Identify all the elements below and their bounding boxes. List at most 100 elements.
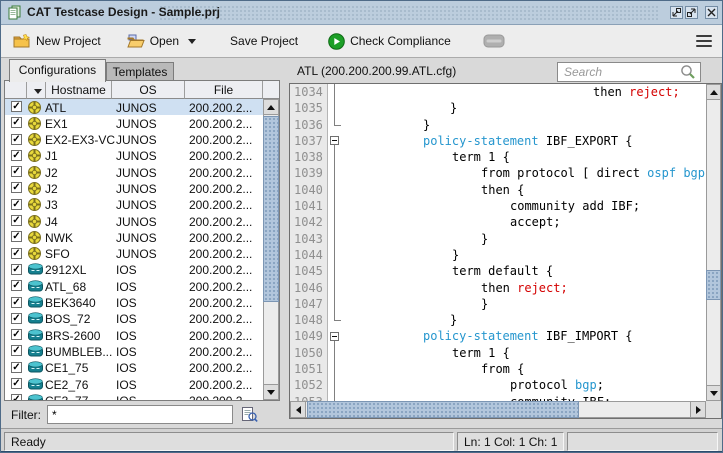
- table-row[interactable]: ✓CE2_76IOS200.200.2...: [5, 376, 263, 392]
- row-checkbox[interactable]: ✓: [11, 329, 22, 340]
- code-line[interactable]: term 1 {: [342, 149, 706, 165]
- table-row[interactable]: ✓ATLJUNOS200.200.2...: [5, 99, 263, 115]
- search-input[interactable]: [557, 62, 701, 82]
- close-button[interactable]: [705, 6, 718, 19]
- code-line[interactable]: }: [342, 231, 706, 247]
- editor-scroll-up-button[interactable]: [706, 84, 721, 100]
- editor-vscroll-thumb[interactable]: [706, 270, 721, 300]
- table-vscroll-thumb[interactable]: [263, 116, 279, 302]
- iconify-button[interactable]: [670, 6, 683, 19]
- table-row[interactable]: ✓EX2-EX3-VCJUNOS200.200.2...: [5, 132, 263, 148]
- filter-input[interactable]: [47, 405, 233, 424]
- table-scroll-down-button[interactable]: [263, 384, 279, 400]
- row-checkbox[interactable]: ✓: [11, 199, 22, 210]
- row-checkbox[interactable]: ✓: [11, 378, 22, 389]
- code-line[interactable]: then reject;: [342, 84, 706, 100]
- table-vscroll[interactable]: [263, 99, 279, 400]
- code-line[interactable]: }: [342, 117, 706, 133]
- table-row[interactable]: ✓NWKJUNOS200.200.2...: [5, 229, 263, 245]
- code-line[interactable]: policy-statement IBF_EXPORT {: [342, 133, 706, 149]
- code-line[interactable]: protocol bgp;: [342, 377, 706, 393]
- row-checkbox[interactable]: ✓: [11, 182, 22, 193]
- editor-hscroll-thumb[interactable]: [307, 401, 579, 418]
- table-row[interactable]: ✓ATL_68IOS200.200.2...: [5, 278, 263, 294]
- row-checkbox[interactable]: ✓: [11, 117, 22, 128]
- code-fold-column[interactable]: [328, 84, 342, 401]
- row-checkbox[interactable]: ✓: [11, 166, 22, 177]
- row-checkbox[interactable]: ✓: [11, 264, 22, 275]
- table-row[interactable]: ✓CE1_75IOS200.200.2...: [5, 360, 263, 376]
- code-line[interactable]: then {: [342, 182, 706, 198]
- table-row[interactable]: ✓CE3_77IOS200.200.2...: [5, 392, 263, 400]
- maximize-button[interactable]: [685, 6, 698, 19]
- code-line[interactable]: accept;: [342, 214, 706, 230]
- table-row[interactable]: ✓EX1JUNOS200.200.2...: [5, 115, 263, 131]
- open-button[interactable]: Open: [123, 31, 200, 51]
- row-checkbox[interactable]: ✓: [11, 297, 22, 308]
- editor-scroll-left-button[interactable]: [290, 401, 306, 418]
- editor-hscroll[interactable]: [290, 401, 706, 418]
- row-checkbox[interactable]: ✓: [11, 362, 22, 373]
- open-dropdown-icon[interactable]: [188, 39, 196, 44]
- hostname-cell: ATL: [45, 101, 66, 115]
- table-row[interactable]: ✓J3JUNOS200.200.2...: [5, 197, 263, 213]
- row-checkbox[interactable]: ✓: [11, 231, 22, 242]
- code-line[interactable]: }: [342, 247, 706, 263]
- code-token: }: [481, 232, 488, 246]
- col-icon-header[interactable]: [27, 81, 46, 99]
- table-row[interactable]: ✓2912XLIOS200.200.2...: [5, 262, 263, 278]
- editor-vscroll[interactable]: [706, 84, 721, 401]
- code-line[interactable]: community IBF;: [342, 394, 706, 401]
- table-row[interactable]: ✓J1JUNOS200.200.2...: [5, 148, 263, 164]
- table-row[interactable]: ✓J2JUNOS200.200.2...: [5, 180, 263, 196]
- row-checkbox[interactable]: ✓: [11, 345, 22, 356]
- row-checkbox[interactable]: ✓: [11, 150, 22, 161]
- table-row[interactable]: ✓J4JUNOS200.200.2...: [5, 213, 263, 229]
- tab-configurations[interactable]: Configurations: [9, 59, 106, 82]
- check-compliance-button[interactable]: Check Compliance: [324, 30, 455, 53]
- code-line[interactable]: term default {: [342, 263, 706, 279]
- row-checkbox[interactable]: ✓: [11, 313, 22, 324]
- table-row[interactable]: ✓J2JUNOS200.200.2...: [5, 164, 263, 180]
- col-file-header[interactable]: File: [185, 81, 263, 99]
- row-checkbox[interactable]: ✓: [11, 280, 22, 291]
- filter-apply-button[interactable]: [240, 405, 260, 424]
- code-line[interactable]: policy-statement IBF_IMPORT {: [342, 328, 706, 344]
- code-token: term 1 {: [452, 150, 510, 164]
- title-bar[interactable]: CAT Testcase Design - Sample.prj: [1, 1, 722, 25]
- menu-button[interactable]: [696, 32, 712, 50]
- line-number: 1037: [290, 133, 327, 149]
- code-line[interactable]: }: [342, 296, 706, 312]
- row-checkbox[interactable]: ✓: [11, 248, 22, 259]
- row-checkbox[interactable]: ✓: [11, 134, 22, 145]
- code-line[interactable]: }: [342, 312, 706, 328]
- code-line[interactable]: community add IBF;: [342, 198, 706, 214]
- col-os-header[interactable]: OS: [112, 81, 185, 99]
- col-hostname-header[interactable]: Hostname: [46, 81, 112, 99]
- col-checkbox-header[interactable]: [5, 81, 27, 99]
- editor-scroll-right-button[interactable]: [690, 401, 706, 418]
- table-row[interactable]: ✓BUMBLEB...IOS200.200.2...: [5, 343, 263, 359]
- save-project-button[interactable]: Save Project: [226, 31, 302, 51]
- table-row[interactable]: ✓BRS-2600IOS200.200.2...: [5, 327, 263, 343]
- table-row[interactable]: ✓BEK3640IOS200.200.2...: [5, 295, 263, 311]
- code-line[interactable]: from {: [342, 361, 706, 377]
- table-row[interactable]: ✓SFOJUNOS200.200.2...: [5, 246, 263, 262]
- fold-collapse-icon[interactable]: [328, 328, 342, 344]
- row-checkbox[interactable]: ✓: [11, 215, 22, 226]
- code-area[interactable]: then reject;}}policy-statement IBF_EXPOR…: [342, 84, 706, 401]
- code-line[interactable]: }: [342, 100, 706, 116]
- row-checkbox[interactable]: ✓: [11, 101, 22, 112]
- chevron-down-icon[interactable]: [34, 89, 42, 94]
- file-cell: 200.200.2...: [189, 166, 252, 180]
- code-line[interactable]: then reject;: [342, 280, 706, 296]
- code-line[interactable]: term 1 {: [342, 345, 706, 361]
- editor-scroll-down-button[interactable]: [706, 385, 721, 401]
- table-scroll-up-button[interactable]: [263, 99, 279, 115]
- row-checkbox[interactable]: ✓: [11, 394, 22, 400]
- fold-collapse-icon[interactable]: [328, 133, 342, 149]
- new-project-button[interactable]: New Project: [9, 31, 105, 52]
- code-line[interactable]: from protocol [ direct ospf bgp: [342, 165, 706, 181]
- table-row[interactable]: ✓BOS_72IOS200.200.2...: [5, 311, 263, 327]
- tab-templates[interactable]: Templates: [106, 62, 174, 81]
